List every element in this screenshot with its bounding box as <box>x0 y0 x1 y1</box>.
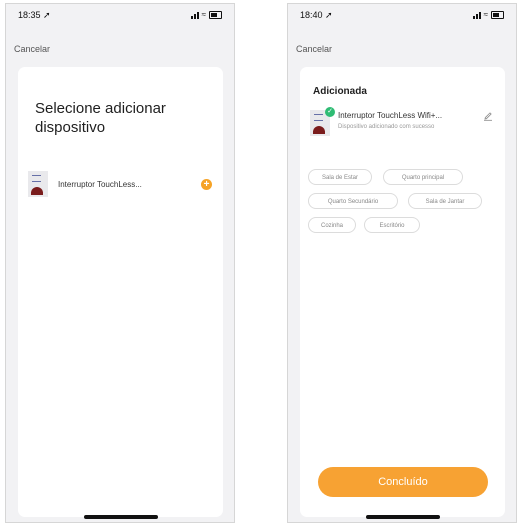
location-arrow-icon: ➚ <box>43 10 51 20</box>
room-chip[interactable]: Sala de Jantar <box>408 193 482 209</box>
added-device-item: ✓ Interruptor TouchLess Wifi+... Disposi… <box>310 107 495 137</box>
battery-icon <box>209 11 222 19</box>
select-device-card: Selecione adicionar dispositivo Interrup… <box>18 67 223 517</box>
check-icon: ✓ <box>325 107 335 117</box>
device-status: Dispositivo adicionado com sucesso <box>338 124 435 130</box>
room-chip[interactable]: Quarto Secundário <box>308 193 398 209</box>
room-chip[interactable]: Cozinha <box>308 217 356 233</box>
wifi-icon: ≈ <box>201 10 206 19</box>
plus-icon[interactable]: + <box>201 179 212 190</box>
device-list-item[interactable]: Interruptor TouchLess... + <box>28 171 218 197</box>
signal-icon <box>472 11 481 19</box>
home-indicator <box>84 515 158 519</box>
status-time: 18:40 ➚ <box>300 10 333 20</box>
status-icons: ≈ <box>472 10 504 19</box>
section-title: Adicionada <box>313 86 367 97</box>
wifi-icon: ≈ <box>483 10 488 19</box>
page-title: Selecione adicionar dispositivo <box>35 100 166 136</box>
status-bar: 18:40 ➚ ≈ <box>300 10 504 24</box>
room-chip[interactable]: Quarto principal <box>383 169 463 185</box>
device-added-card: Adicionada ✓ Interruptor TouchLess Wifi+… <box>300 67 505 517</box>
device-name: Interruptor TouchLess... <box>58 180 142 189</box>
signal-icon <box>190 11 199 19</box>
status-icons: ≈ <box>190 10 222 19</box>
status-bar: 18:35 ➚ ≈ <box>18 10 222 24</box>
edit-icon[interactable] <box>483 111 493 121</box>
home-indicator <box>366 515 440 519</box>
room-chip[interactable]: Escritório <box>364 217 420 233</box>
phone-screen-device-added: 18:40 ➚ ≈ Cancelar Adicionada ✓ Interrup… <box>287 3 517 523</box>
phone-screen-select-device: 18:35 ➚ ≈ Cancelar Selecione adicionar d… <box>5 3 235 523</box>
battery-icon <box>491 11 504 19</box>
status-time: 18:35 ➚ <box>18 10 51 20</box>
done-button[interactable]: Concluído <box>318 467 488 497</box>
room-chip[interactable]: Sala de Estar <box>308 169 372 185</box>
cancel-button[interactable]: Cancelar <box>296 44 332 54</box>
cancel-button[interactable]: Cancelar <box>14 44 50 54</box>
device-name: Interruptor TouchLess Wifi+... <box>338 111 443 120</box>
location-arrow-icon: ➚ <box>325 10 333 20</box>
device-thumbnail <box>28 171 48 197</box>
